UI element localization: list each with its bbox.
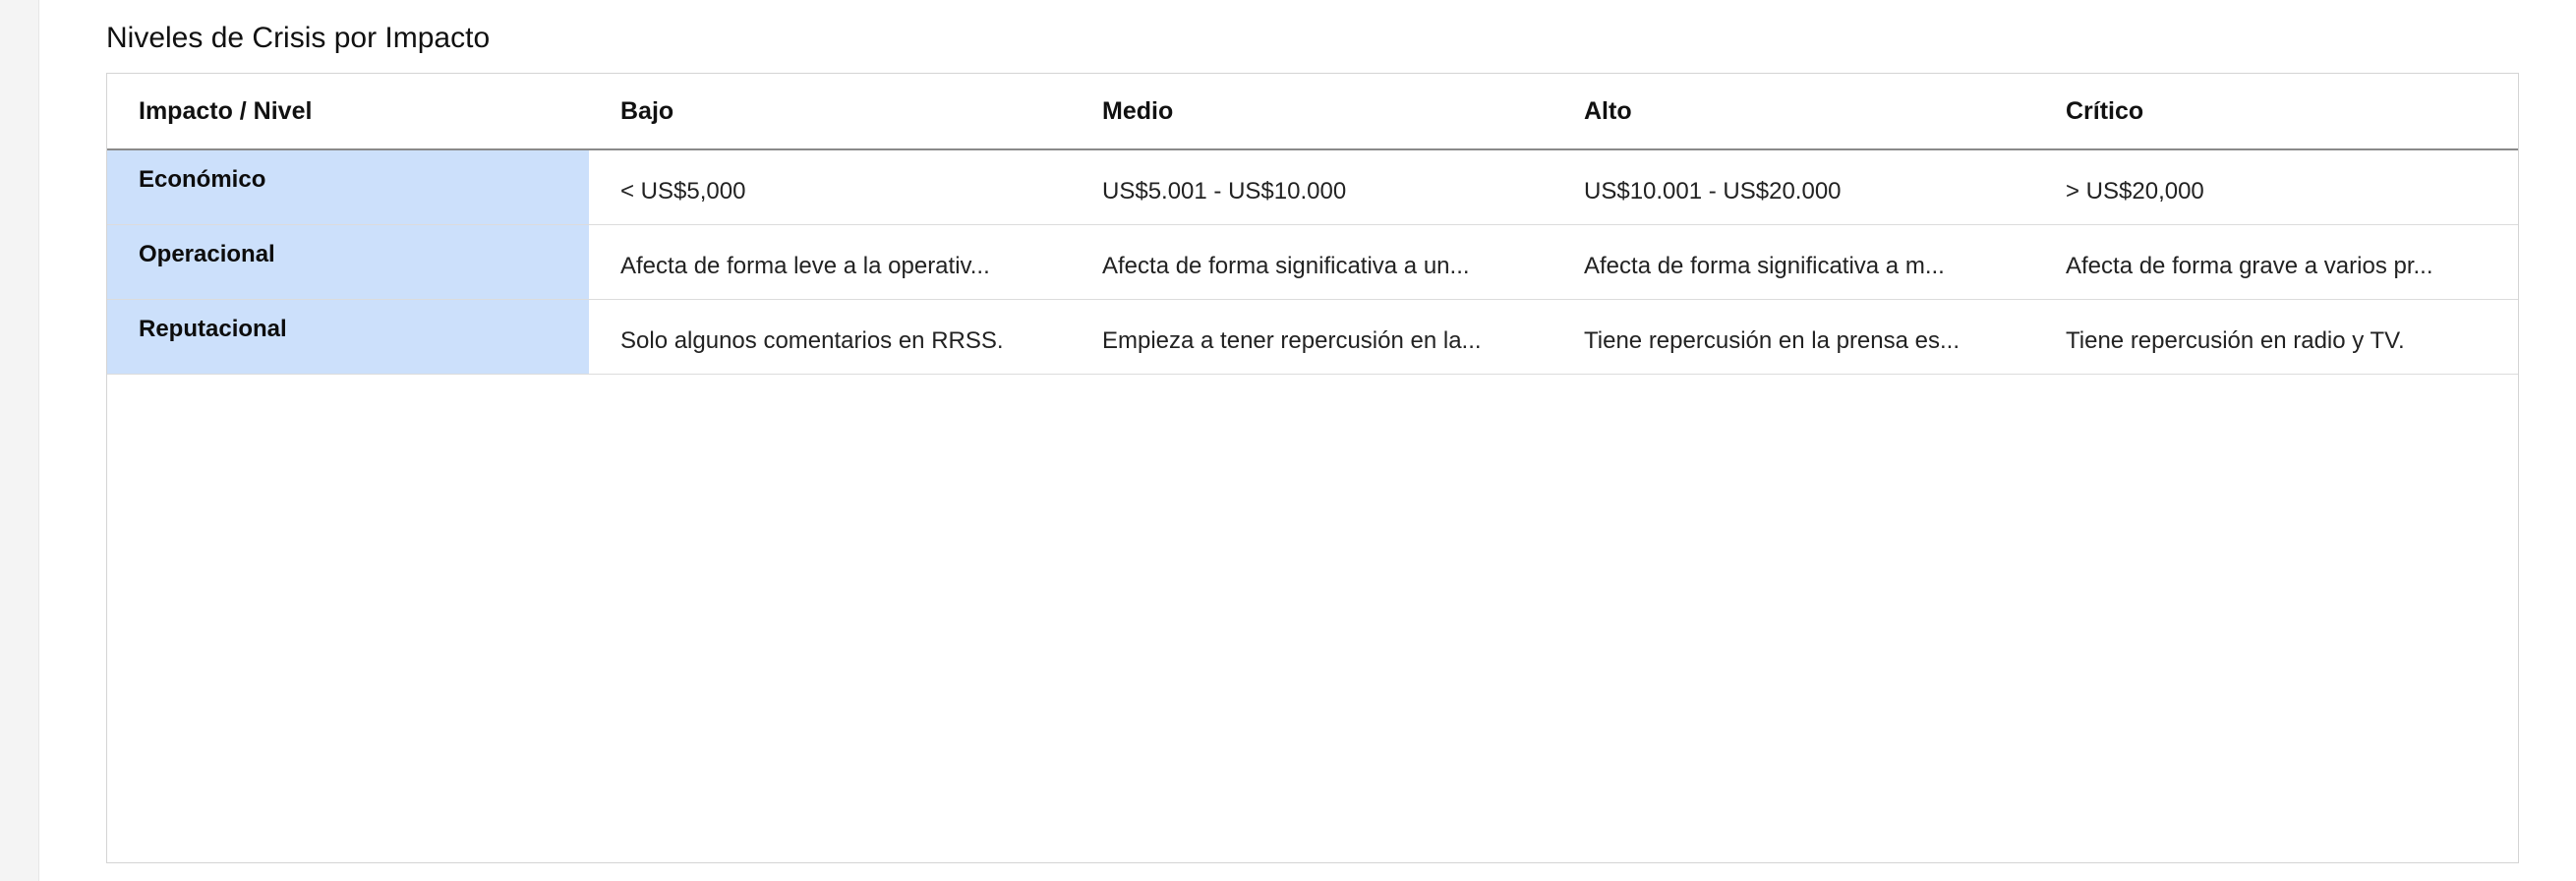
crisis-levels-table: Impacto / Nivel Bajo Medio Alto Crítico …: [107, 74, 2518, 375]
table-row-operational[interactable]: Operacional Afecta de forma leve a la op…: [107, 224, 2518, 300]
table-row-reputational[interactable]: Reputacional Solo algunos comentarios en…: [107, 299, 2518, 375]
table-cell[interactable]: Empieza a tener repercusión en la...: [1071, 299, 1552, 375]
table-cell[interactable]: < US$5,000: [589, 149, 1071, 225]
table-cell[interactable]: Tiene repercusión en la prensa es...: [1552, 299, 2034, 375]
table-cell[interactable]: US$5.001 - US$10.000: [1071, 149, 1552, 225]
table-cell[interactable]: Tiene repercusión en radio y TV.: [2034, 299, 2518, 375]
left-rail: [0, 0, 39, 881]
table-header-row: Impacto / Nivel Bajo Medio Alto Crítico: [107, 74, 2518, 150]
page-title: Niveles de Crisis por Impacto: [106, 22, 491, 54]
column-header-low[interactable]: Bajo: [589, 74, 1071, 150]
column-header-critical[interactable]: Crítico: [2034, 74, 2518, 150]
column-header-impact-level[interactable]: Impacto / Nivel: [107, 74, 589, 150]
row-header-reputational: Reputacional: [107, 299, 589, 375]
row-header-economic: Económico: [107, 149, 589, 225]
table-cell[interactable]: Afecta de forma significativa a m...: [1552, 224, 2034, 300]
table-cell[interactable]: US$10.001 - US$20.000: [1552, 149, 2034, 225]
table-cell[interactable]: Afecta de forma leve a la operativ...: [589, 224, 1071, 300]
column-header-high[interactable]: Alto: [1552, 74, 2034, 150]
table-cell[interactable]: Afecta de forma grave a varios pr...: [2034, 224, 2518, 300]
table-cell[interactable]: Afecta de forma significativa a un...: [1071, 224, 1552, 300]
row-header-operational: Operacional: [107, 224, 589, 300]
table-cell[interactable]: > US$20,000: [2034, 149, 2518, 225]
column-header-medium[interactable]: Medio: [1071, 74, 1552, 150]
table-row-economic[interactable]: Económico < US$5,000 US$5.001 - US$10.00…: [107, 149, 2518, 225]
crisis-levels-table-card: Impacto / Nivel Bajo Medio Alto Crítico …: [106, 73, 2519, 863]
table-cell[interactable]: Solo algunos comentarios en RRSS.: [589, 299, 1071, 375]
